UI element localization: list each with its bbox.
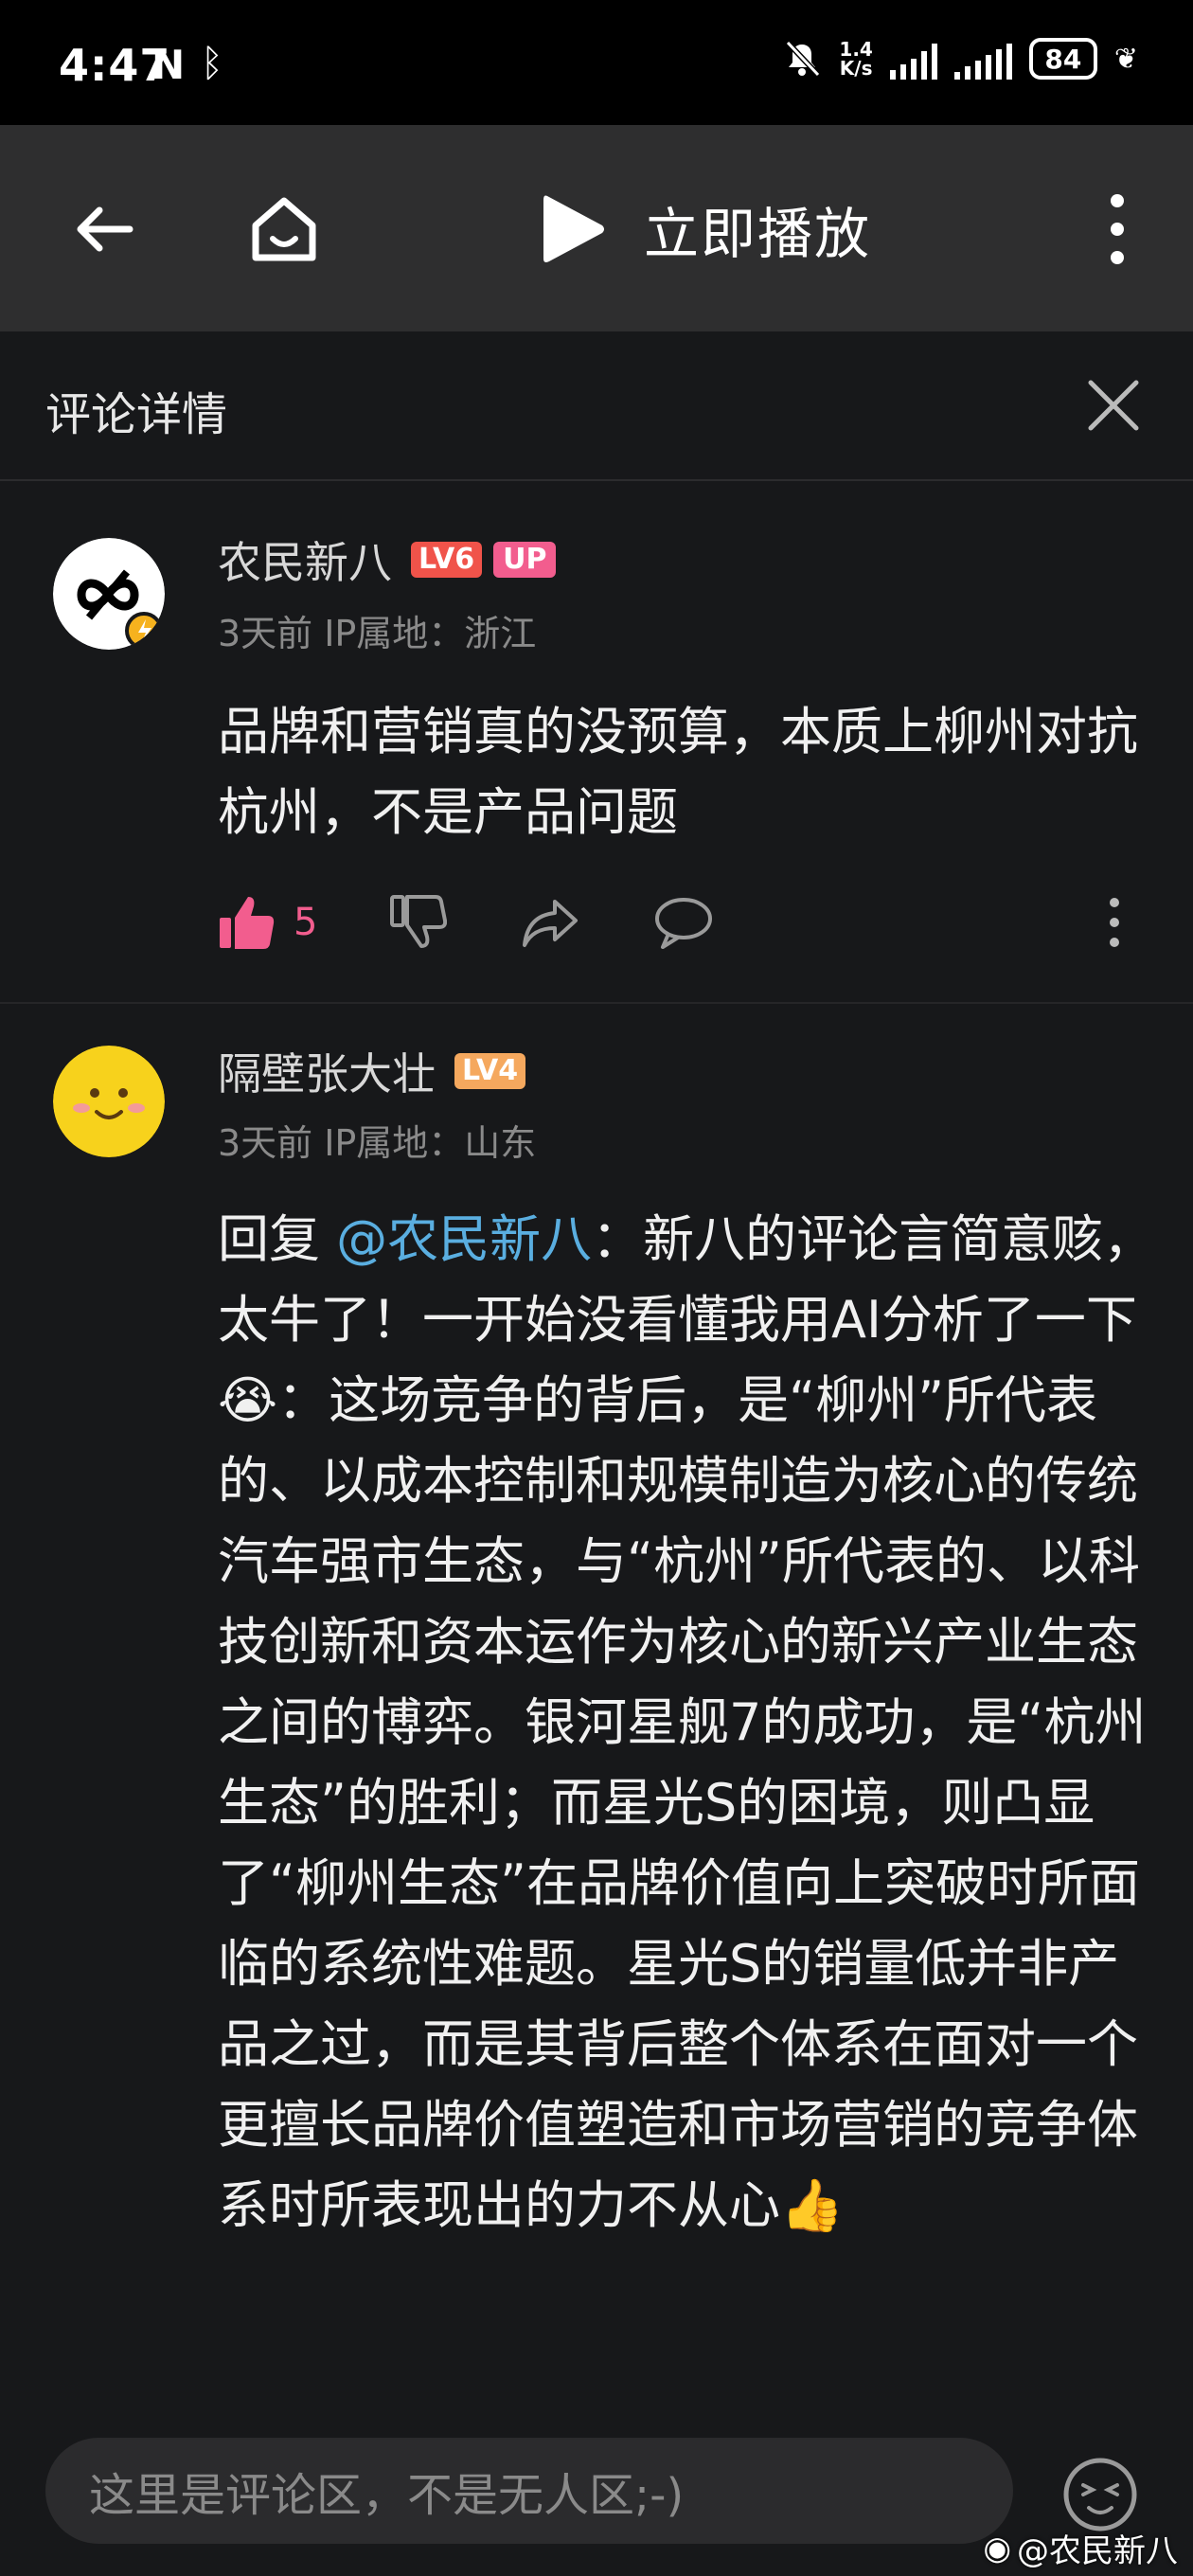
play-icon [543, 195, 604, 262]
comment-ip: IP属地：浙江 [324, 613, 537, 654]
comment-more-button[interactable] [1108, 885, 1121, 960]
thumbs-up-emoji: 👍 [780, 2175, 845, 2235]
back-arrow-icon [77, 206, 134, 252]
like-button[interactable]: 5 [218, 885, 317, 960]
comment-text: 回复 @农民新八：新八的评论言简意赅，太牛了！一开始没看懂我用AI分析了一下😭：… [218, 1199, 1155, 2245]
reply-prefix: 回复 [218, 1209, 337, 1269]
close-icon [1088, 380, 1139, 431]
signal-icon [889, 38, 937, 80]
comment-actions: 5 [218, 885, 1146, 960]
comment-username[interactable]: 农民新八 LV6 UP [218, 528, 557, 591]
mute-bell-icon [786, 40, 821, 78]
status-indicators: 1.4 K/s 84 ❦ [782, 38, 1138, 80]
mention-link[interactable]: @农民新八 [336, 1209, 592, 1269]
leaf-icon: ❦ [1113, 42, 1138, 76]
avatar[interactable] [53, 538, 165, 650]
comment-username[interactable]: 隔壁张大壮 LV4 [218, 1040, 526, 1102]
home-icon [252, 197, 316, 261]
signal-icon-2 [953, 38, 1012, 80]
comment-text: 品牌和营销真的没预算，本质上柳州对抗杭州，不是产品问题 [218, 702, 1138, 842]
emoji-button[interactable] [1062, 2457, 1138, 2532]
share-button[interactable] [521, 885, 581, 960]
battery-indicator: 84 [1028, 38, 1097, 80]
home-button[interactable] [239, 184, 329, 275]
more-vertical-icon [1111, 194, 1124, 264]
comment-text-part2: ：这场竞争的背后，是“柳州”所代表的、以成本控制和规模制造为核心的传统汽车强市生… [218, 1370, 1147, 2235]
comment-item: 隔壁张大壮 LV4 3天前 IP属地：山东 回复 @农民新八：新八的评论言简意赅… [0, 1004, 1193, 2413]
comment-meta: 3天前 IP属地：浙江 [218, 604, 536, 656]
close-button[interactable] [1077, 369, 1149, 441]
avatar[interactable] [53, 1046, 165, 1157]
dislike-button[interactable] [388, 885, 447, 960]
level-badge: LV4 [454, 1053, 526, 1089]
level-badge: LV6 [411, 542, 483, 578]
comment-time: 3天前 [218, 613, 313, 654]
weibo-watermark: ◉ @农民新八 [983, 2529, 1178, 2571]
thumbs-up-icon [220, 897, 275, 949]
top-toolbar: 立即播放 [0, 125, 1193, 331]
more-options-button[interactable] [1072, 184, 1163, 275]
up-badge: UP [493, 542, 557, 578]
comment-ip: IP属地：山东 [324, 1122, 537, 1164]
play-now-label: 立即播放 [644, 202, 872, 266]
weibo-icon: ◉ [983, 2529, 1011, 2567]
nfc-icon: N [151, 42, 186, 88]
back-button[interactable] [59, 184, 150, 275]
reply-button[interactable] [653, 885, 714, 960]
status-bar: 4:47 N ᛒ 1.4 K/s 84 ❦ [0, 0, 1193, 125]
share-icon [523, 900, 578, 947]
comment-time: 3天前 [218, 1122, 313, 1164]
crying-emoji: 😭 [218, 1370, 278, 1430]
comment-input[interactable]: 这里是评论区，不是无人区;-) [45, 2438, 1013, 2544]
comment-item: 农民新八 LV6 UP 3天前 IP属地：浙江 品牌和营销真的没预算，本质上柳州… [0, 479, 1193, 1004]
panel-title: 评论详情 [45, 388, 228, 441]
network-speed: 1.4 K/s [839, 38, 873, 80]
comment-meta: 3天前 IP属地：山东 [218, 1114, 536, 1166]
like-count: 5 [294, 901, 318, 944]
comment-detail-header: 评论详情 [0, 331, 1193, 481]
play-now-button[interactable]: 立即播放 [540, 182, 871, 277]
thumbs-down-icon [390, 895, 447, 948]
bluetooth-icon: ᛒ [201, 42, 223, 85]
more-vertical-icon [1110, 898, 1119, 947]
comment-bubble-icon [655, 898, 712, 949]
